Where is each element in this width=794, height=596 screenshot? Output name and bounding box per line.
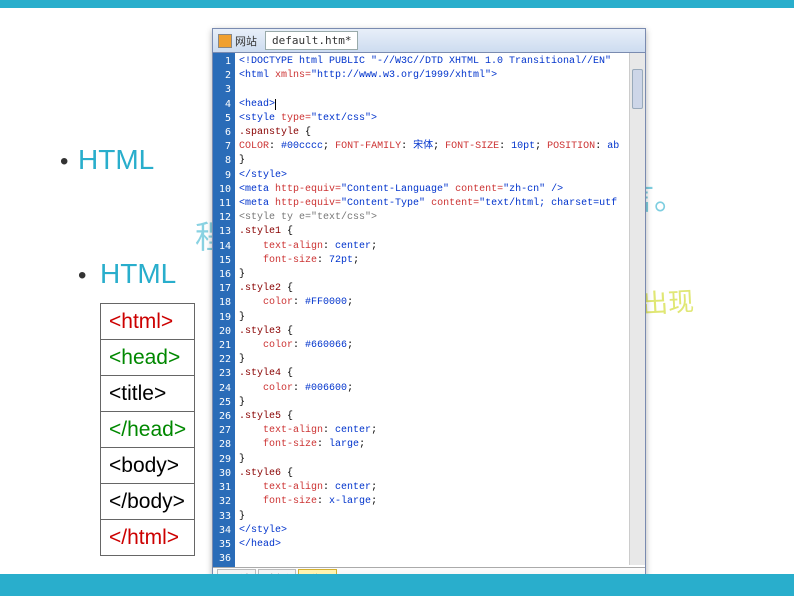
tag-cell: <body>	[101, 448, 195, 484]
bullet-text-1: HTML	[78, 144, 154, 176]
file-tab[interactable]: default.htm*	[265, 31, 358, 50]
scrollbar-thumb[interactable]	[632, 69, 643, 109]
tag-cell: </body>	[101, 484, 195, 520]
bullet-text-2: HTML	[100, 258, 176, 290]
code-text[interactable]: <!DOCTYPE html PUBLIC "-//W3C//DTD XHTML…	[235, 53, 645, 567]
bullet-dot: •	[60, 148, 68, 176]
tag-cell: <head>	[101, 340, 195, 376]
bottom-border	[0, 574, 794, 596]
code-editor-window: 网站 default.htm* 1 2 3 4 5 6 7 8 9 10 11 …	[212, 28, 646, 588]
tag-cell: <html>	[101, 304, 195, 340]
vertical-scrollbar[interactable]	[629, 53, 645, 565]
site-icon	[218, 34, 232, 48]
tag-cell: </head>	[101, 412, 195, 448]
bullet-dot: •	[78, 262, 86, 290]
line-gutter: 1 2 3 4 5 6 7 8 9 10 11 12 13 14 15 16 1…	[213, 53, 235, 567]
code-area[interactable]: 1 2 3 4 5 6 7 8 9 10 11 12 13 14 15 16 1…	[213, 53, 645, 567]
tag-cell: <title>	[101, 376, 195, 412]
site-label: 网站	[235, 33, 257, 49]
editor-header: 网站 default.htm*	[213, 29, 645, 53]
slide-content: • HTML • HTML 语言。 程 步对出现 <html> <head> <…	[0, 8, 794, 574]
html-tags-table: <html> <head> <title> </head> <body> </b…	[100, 303, 195, 556]
top-border	[0, 0, 794, 8]
tag-cell: </html>	[101, 520, 195, 556]
